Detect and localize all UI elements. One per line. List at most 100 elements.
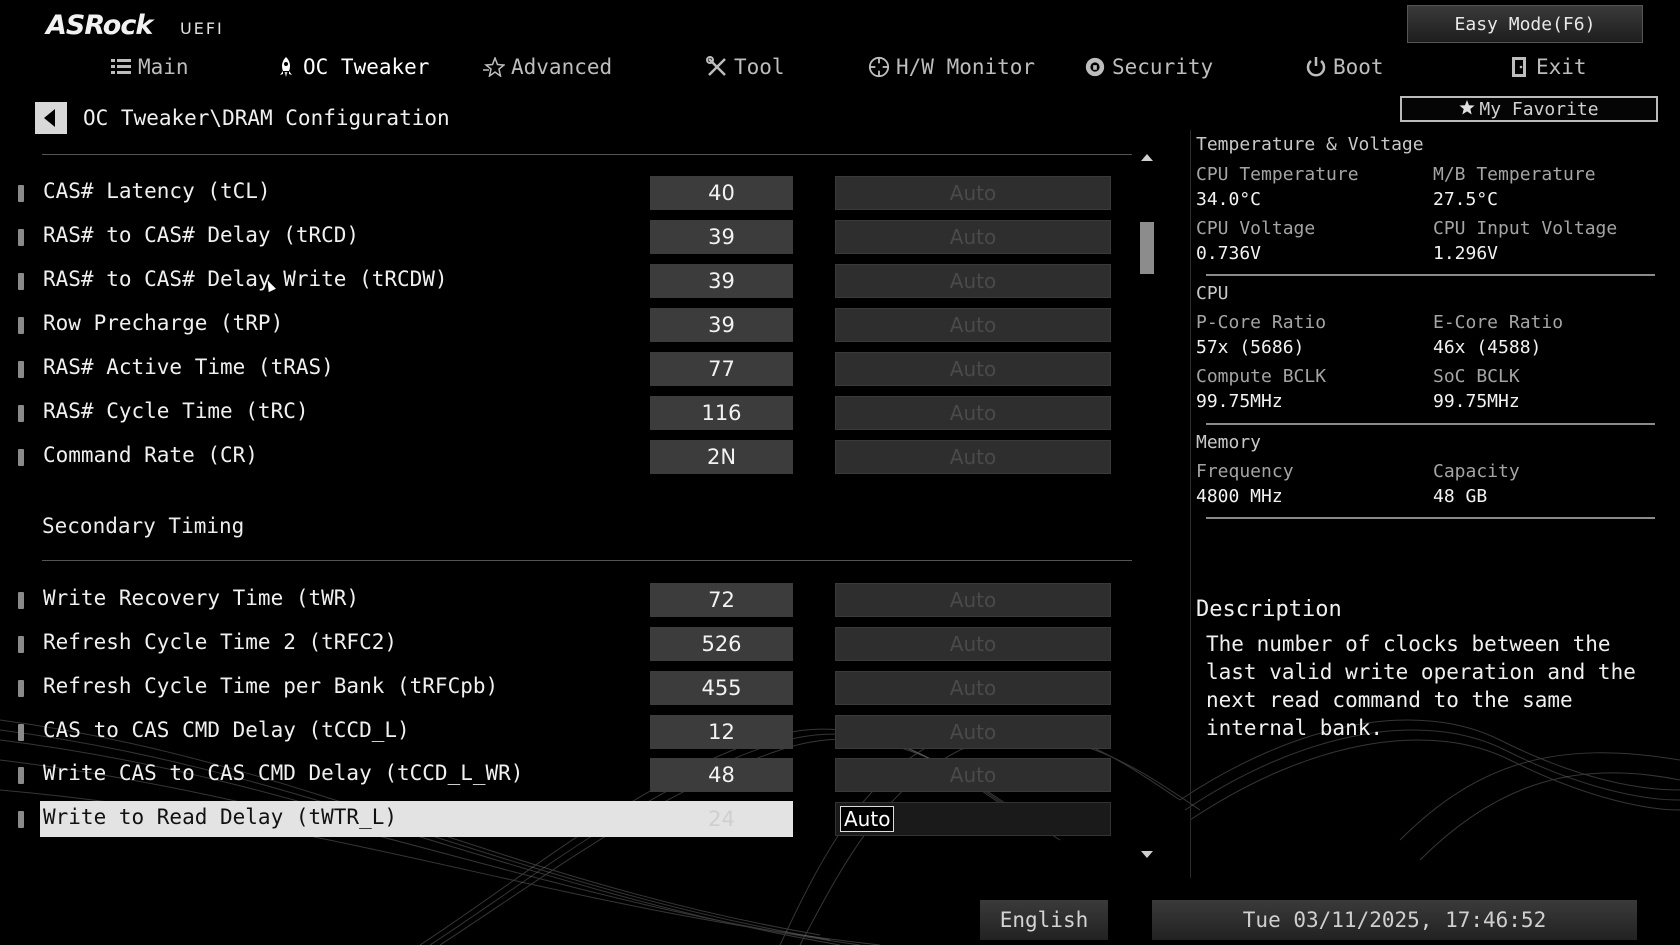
- setting-row[interactable]: Row Precharge (tRP) 39 Auto: [0, 307, 1130, 343]
- setting-value: 48: [650, 758, 793, 792]
- setting-row[interactable]: CAS# Latency (tCL) 40 Auto: [0, 175, 1130, 211]
- setting-option[interactable]: Auto: [835, 583, 1111, 617]
- asrock-logo: ASRock: [46, 10, 153, 41]
- setting-row[interactable]: Refresh Cycle Time per Bank (tRFCpb) 455…: [0, 670, 1130, 706]
- tab-security[interactable]: Security: [1084, 48, 1213, 86]
- scroll-down-arrow-icon[interactable]: [1141, 851, 1153, 858]
- setting-row-selected[interactable]: Write to Read Delay (tWTR_L) 24 Auto: [0, 801, 1130, 837]
- setting-value: 39: [650, 308, 793, 342]
- setting-option[interactable]: Auto: [835, 396, 1111, 430]
- setting-option[interactable]: Auto: [835, 220, 1111, 254]
- easy-mode-button[interactable]: Easy Mode(F6): [1407, 5, 1643, 43]
- soc-bclk-label: SoC BCLK: [1433, 366, 1520, 387]
- section-divider: [42, 560, 1132, 561]
- setting-value: 39: [650, 264, 793, 298]
- setting-option[interactable]: Auto: [835, 758, 1111, 792]
- row-marker: [18, 229, 24, 246]
- setting-row[interactable]: Write CAS to CAS CMD Delay (tCCD_L_WR) 4…: [0, 757, 1130, 793]
- tab-security-label: Security: [1112, 55, 1214, 79]
- description-title: Description: [1196, 597, 1342, 622]
- tab-advanced[interactable]: Advanced: [483, 48, 612, 86]
- setting-option[interactable]: Auto: [835, 264, 1111, 298]
- back-arrow-icon: [44, 109, 55, 127]
- tab-main-label: Main: [138, 55, 189, 79]
- setting-value: 40: [650, 176, 793, 210]
- tab-exit-label: Exit: [1536, 55, 1587, 79]
- setting-label: Command Rate (CR): [43, 443, 258, 467]
- setting-label: Write CAS to CAS CMD Delay (tCCD_L_WR): [43, 761, 524, 785]
- tab-oc-tweaker[interactable]: OC Tweaker: [275, 48, 429, 86]
- row-marker: [18, 185, 24, 202]
- scroll-thumb[interactable]: [1140, 222, 1154, 274]
- tab-boot[interactable]: Boot: [1305, 48, 1384, 86]
- tab-boot-label: Boot: [1333, 55, 1384, 79]
- setting-option[interactable]: Auto: [835, 802, 1111, 836]
- row-marker: [18, 636, 24, 653]
- main-nav: Main OC Tweaker Advanced Tool H/W Monito…: [0, 48, 1680, 86]
- language-button[interactable]: English: [980, 900, 1108, 940]
- row-marker: [18, 449, 24, 466]
- panel-divider: [1206, 517, 1655, 519]
- section-title-secondary-timing: Secondary Timing: [42, 514, 245, 538]
- rocket-icon: [275, 56, 297, 78]
- setting-option[interactable]: Auto: [835, 176, 1111, 210]
- tab-tool[interactable]: Tool: [706, 48, 785, 86]
- power-icon: [1305, 56, 1327, 78]
- tab-hw-monitor[interactable]: H/W Monitor: [868, 48, 1035, 86]
- mb-temp-value: 27.5°C: [1433, 189, 1499, 210]
- setting-label: RAS# to CAS# Delay Write (tRCDW): [43, 267, 448, 291]
- cpu-section-title: CPU: [1196, 283, 1229, 304]
- setting-value: 72: [650, 583, 793, 617]
- exit-door-icon: [1508, 56, 1530, 78]
- setting-option[interactable]: Auto: [835, 440, 1111, 474]
- pcore-ratio-value: 57x (5686): [1196, 337, 1305, 358]
- setting-value: 2N: [650, 440, 793, 474]
- panel-divider: [1206, 423, 1655, 425]
- row-marker: [18, 811, 24, 828]
- favorite-star-icon: [1459, 99, 1475, 120]
- my-favorite-button[interactable]: My Favorite: [1400, 96, 1658, 122]
- tab-oc-tweaker-label: OC Tweaker: [303, 55, 430, 79]
- setting-row[interactable]: Refresh Cycle Time 2 (tRFC2) 526 Auto: [0, 626, 1130, 662]
- setting-row[interactable]: Command Rate (CR) 2N Auto: [0, 439, 1130, 475]
- settings-scrollbar[interactable]: [1138, 150, 1156, 862]
- setting-row[interactable]: Write Recovery Time (tWR) 72 Auto: [0, 582, 1130, 618]
- setting-row[interactable]: RAS# to CAS# Delay Write (tRCDW) 39 Auto: [0, 263, 1130, 299]
- setting-label: Refresh Cycle Time per Bank (tRFCpb): [43, 674, 499, 698]
- scroll-up-arrow-icon[interactable]: [1141, 154, 1153, 161]
- setting-option[interactable]: Auto: [835, 352, 1111, 386]
- setting-option[interactable]: Auto: [835, 671, 1111, 705]
- memory-frequency-value: 4800 MHz: [1196, 486, 1283, 507]
- setting-label: RAS# Active Time (tRAS): [43, 355, 334, 379]
- tab-tool-label: Tool: [734, 55, 785, 79]
- setting-option-active[interactable]: Auto: [840, 806, 895, 832]
- tab-main[interactable]: Main: [110, 48, 189, 86]
- setting-label: RAS# to CAS# Delay (tRCD): [43, 223, 360, 247]
- cpu-input-voltage-value: 1.296V: [1433, 243, 1499, 264]
- setting-option[interactable]: Auto: [835, 627, 1111, 661]
- star-icon: [483, 56, 505, 78]
- tab-hw-monitor-label: H/W Monitor: [896, 55, 1036, 79]
- cpu-temp-label: CPU Temperature: [1196, 164, 1359, 185]
- setting-option[interactable]: Auto: [835, 715, 1111, 749]
- row-marker: [18, 273, 24, 290]
- setting-row[interactable]: CAS to CAS CMD Delay (tCCD_L) 12 Auto: [0, 714, 1130, 750]
- ecore-ratio-label: E-Core Ratio: [1433, 312, 1564, 333]
- setting-row[interactable]: RAS# Cycle Time (tRC) 116 Auto: [0, 395, 1130, 431]
- crosshair-icon: [868, 56, 890, 78]
- back-button[interactable]: [35, 102, 67, 134]
- datetime-display: Tue 03/11/2025, 17:46:52: [1152, 900, 1637, 940]
- soc-bclk-value: 99.75MHz: [1433, 391, 1520, 412]
- tab-exit[interactable]: Exit: [1508, 48, 1587, 86]
- setting-option[interactable]: Auto: [835, 308, 1111, 342]
- setting-label: CAS to CAS CMD Delay (tCCD_L): [43, 718, 410, 742]
- my-favorite-label: My Favorite: [1479, 98, 1599, 120]
- setting-row[interactable]: RAS# Active Time (tRAS) 77 Auto: [0, 351, 1130, 387]
- row-marker: [18, 317, 24, 334]
- setting-value: 526: [650, 627, 793, 661]
- row-marker: [18, 592, 24, 609]
- memory-section-title: Memory: [1196, 432, 1262, 453]
- setting-row[interactable]: RAS# to CAS# Delay (tRCD) 39 Auto: [0, 219, 1130, 255]
- cpu-input-voltage-label: CPU Input Voltage: [1433, 218, 1618, 239]
- row-marker: [18, 767, 24, 784]
